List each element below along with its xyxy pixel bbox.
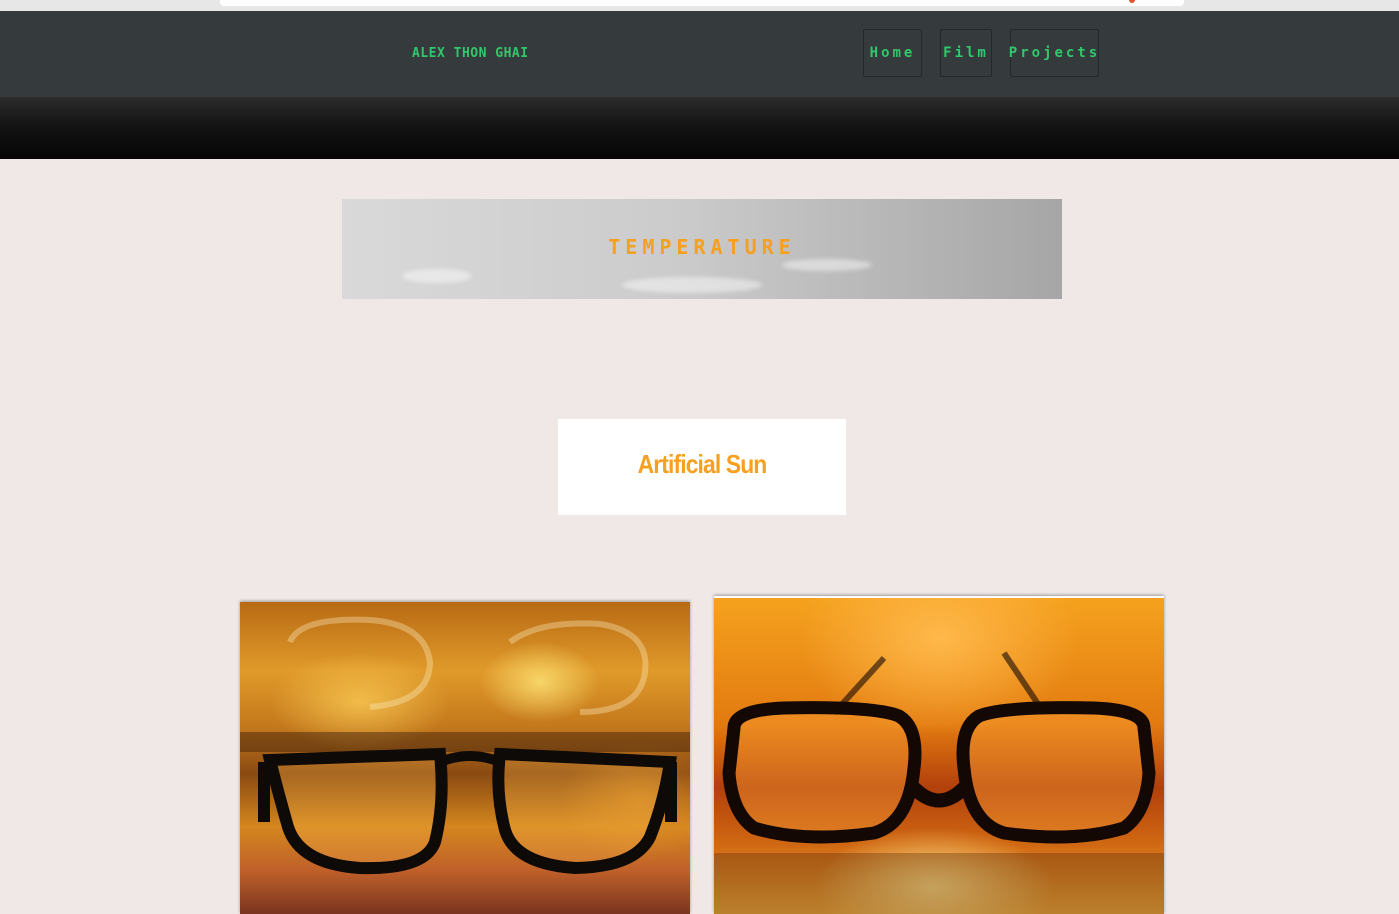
section-title: Artificial Sun bbox=[637, 449, 768, 479]
cloud-shape bbox=[782, 259, 872, 271]
hero-image bbox=[0, 97, 1399, 159]
section-title-card: Artificial Sun bbox=[558, 419, 846, 515]
banner-title: TEMPERATURE bbox=[608, 235, 796, 259]
cloud-shape bbox=[622, 277, 762, 293]
glasses-image bbox=[240, 616, 690, 875]
gallery-photo-glasses-water[interactable] bbox=[240, 602, 690, 914]
nav-item-film[interactable]: Film bbox=[940, 29, 992, 77]
cloud-shape bbox=[402, 269, 472, 283]
site-navbar: ALEX THON GHAI Home Film Projects bbox=[0, 11, 1399, 97]
nav-item-home[interactable]: Home bbox=[863, 29, 922, 77]
glasses-image bbox=[714, 651, 1164, 914]
nav-item-projects[interactable]: Projects bbox=[1009, 29, 1099, 77]
browser-address-bar[interactable] bbox=[220, 0, 1184, 6]
site-brand[interactable]: ALEX THON GHAI bbox=[412, 46, 529, 61]
gallery-photo-glasses-sunset[interactable] bbox=[714, 596, 1164, 914]
temperature-banner: TEMPERATURE bbox=[342, 199, 1062, 299]
